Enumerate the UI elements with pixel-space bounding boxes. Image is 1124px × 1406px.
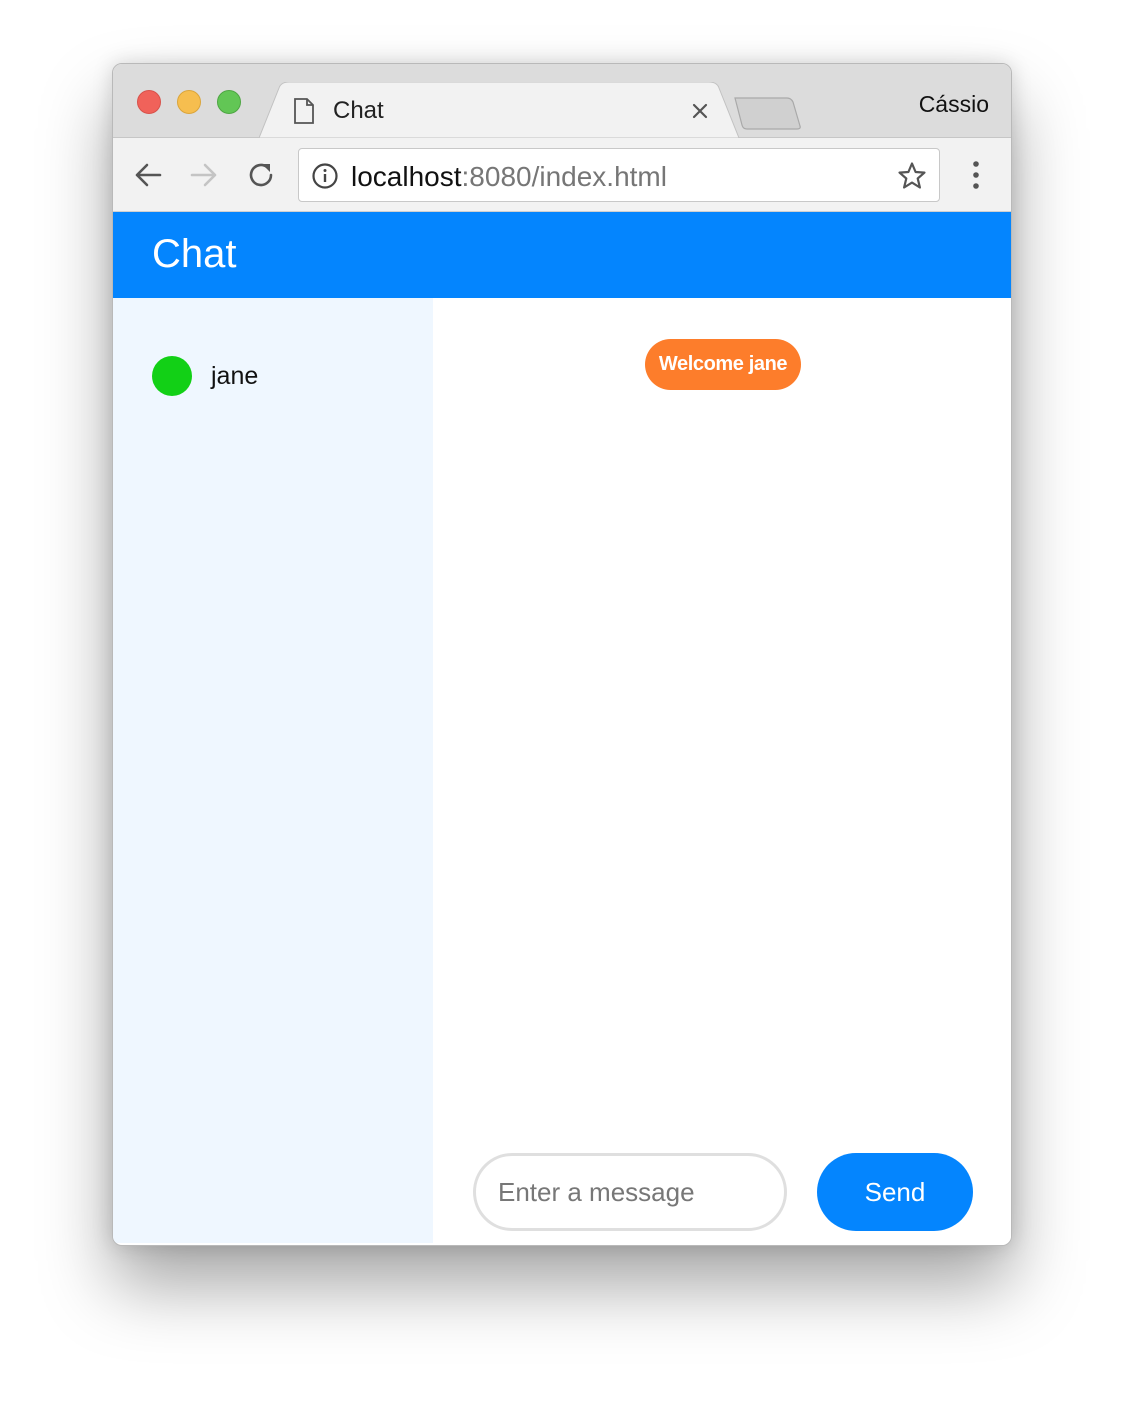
- address-bar[interactable]: localhost:8080/index.html: [298, 148, 940, 202]
- url-text: localhost:8080/index.html: [351, 161, 667, 193]
- send-button[interactable]: Send: [817, 1153, 973, 1231]
- profile-name[interactable]: Cássio: [919, 91, 989, 118]
- reload-icon[interactable]: [246, 160, 276, 190]
- url-host: localhost: [351, 161, 462, 192]
- app-header: Chat: [113, 212, 1011, 298]
- maximize-window-button[interactable]: [217, 90, 241, 114]
- user-list-item[interactable]: jane: [152, 356, 412, 396]
- tab-shape: [259, 82, 740, 139]
- welcome-message-bubble: Welcome jane: [645, 339, 801, 390]
- message-input[interactable]: [473, 1153, 787, 1231]
- tab-chat[interactable]: Chat: [259, 82, 741, 139]
- bookmark-star-icon[interactable]: [897, 161, 927, 191]
- browser-toolbar: localhost:8080/index.html: [113, 138, 1011, 212]
- user-sidebar: jane: [113, 298, 433, 1243]
- close-window-button[interactable]: [137, 90, 161, 114]
- browser-menu-icon[interactable]: [965, 158, 987, 192]
- minimize-window-button[interactable]: [177, 90, 201, 114]
- online-status-dot: [152, 356, 192, 396]
- chat-panel: Welcome jane Send: [433, 298, 1011, 1245]
- url-path: :8080/index.html: [461, 161, 667, 192]
- forward-arrow-icon[interactable]: [189, 160, 219, 190]
- document-icon: [294, 98, 314, 124]
- back-arrow-icon[interactable]: [133, 160, 163, 190]
- user-name: jane: [211, 362, 259, 390]
- browser-window: Chat Cássio localhost:8080/index.html Ch…: [112, 63, 1012, 1246]
- close-tab-icon[interactable]: [689, 100, 711, 122]
- tab-title: Chat: [333, 97, 384, 124]
- tab-strip: Chat Cássio: [113, 64, 1011, 139]
- info-icon[interactable]: [311, 162, 339, 190]
- app-title: Chat: [152, 232, 237, 276]
- new-tab-button[interactable]: [733, 96, 803, 130]
